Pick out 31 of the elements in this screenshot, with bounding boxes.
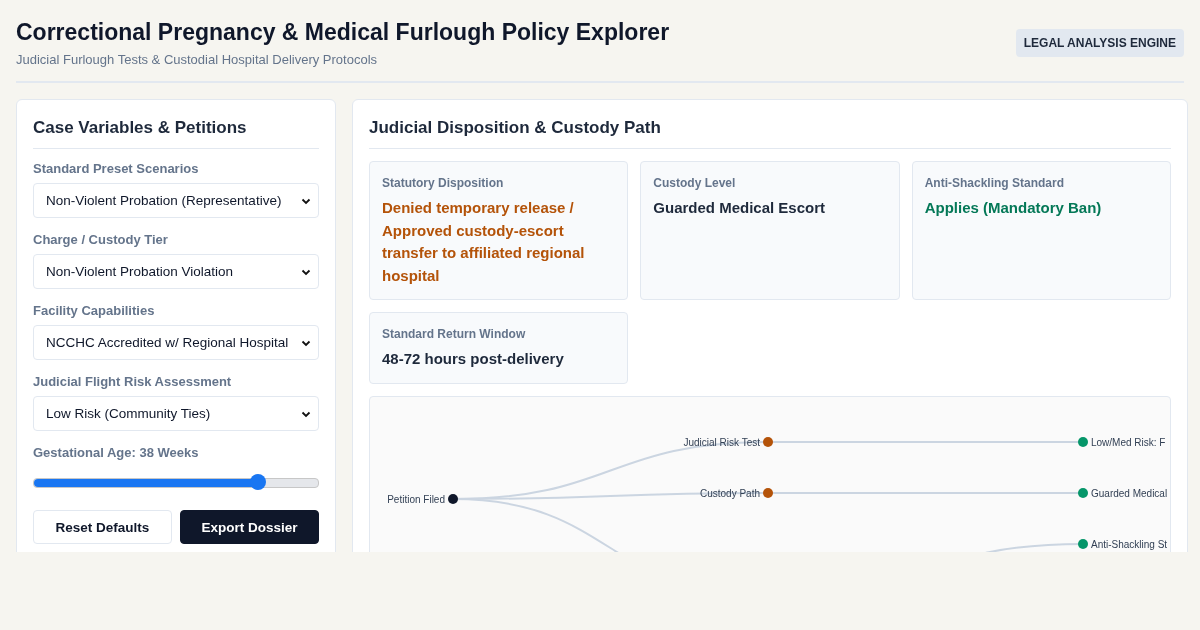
card-label: Custody Level xyxy=(653,176,737,190)
card-label: Statutory Disposition xyxy=(382,176,505,190)
card-value: Applies (Mandatory Ban) xyxy=(924,198,1103,218)
field-label: Facility Capabilities xyxy=(33,303,156,318)
node-label: Judicial Risk Test xyxy=(683,436,760,447)
node-label: Low/Med Risk: F xyxy=(1091,436,1166,447)
engine-badge: LEGAL ANALYSIS ENGINE xyxy=(1015,29,1184,57)
dropdown-select[interactable]: Non-Violent Probation (Representative) xyxy=(33,183,319,218)
node-label: Petition Filed xyxy=(387,493,445,504)
node-label: Guarded Medical xyxy=(1091,487,1168,498)
slider-label: Gestational Age: 38 Weeks xyxy=(33,445,200,460)
card-value: Guarded Medical Escort xyxy=(653,198,827,218)
node-label: Custody Path xyxy=(699,487,760,498)
export-button[interactable]: Export Dossier xyxy=(180,510,319,544)
node-label: Anti-Shackling St xyxy=(1091,538,1168,549)
panel-title: Case Variables & Petitions xyxy=(33,116,319,149)
dropdown-select[interactable]: NCCHC Accredited w/ Regional Hospital xyxy=(33,325,319,360)
panel-title: Judicial Disposition & Custody Path xyxy=(369,116,1171,149)
card-value: 48-72 hours post-delivery xyxy=(382,349,565,369)
card-value: Denied temporary release / Approved custody-escort transfer to affiliated regional hospital xyxy=(382,198,586,286)
reset-button[interactable]: Reset Defaults xyxy=(33,510,172,544)
page-subtitle: Judicial Furlough Tests & Custodial Hospital Delivery Protocols xyxy=(16,52,379,67)
field-label: Judicial Flight Risk Assessment xyxy=(33,374,233,389)
field-label: Standard Preset Scenarios xyxy=(33,161,200,176)
card-label: Standard Return Window xyxy=(382,327,527,341)
dropdown-select[interactable]: Low Risk (Community Ties) xyxy=(33,396,319,431)
dropdown-select[interactable]: Non-Violent Probation Violation xyxy=(33,254,319,289)
card-label: Anti-Shackling Standard xyxy=(924,176,1065,190)
slider-thumb[interactable] xyxy=(250,474,267,490)
page-title: Correctional Pregnancy & Medical Furlough Policy Explorer xyxy=(16,19,670,46)
field-label: Charge / Custody Tier xyxy=(33,232,169,247)
